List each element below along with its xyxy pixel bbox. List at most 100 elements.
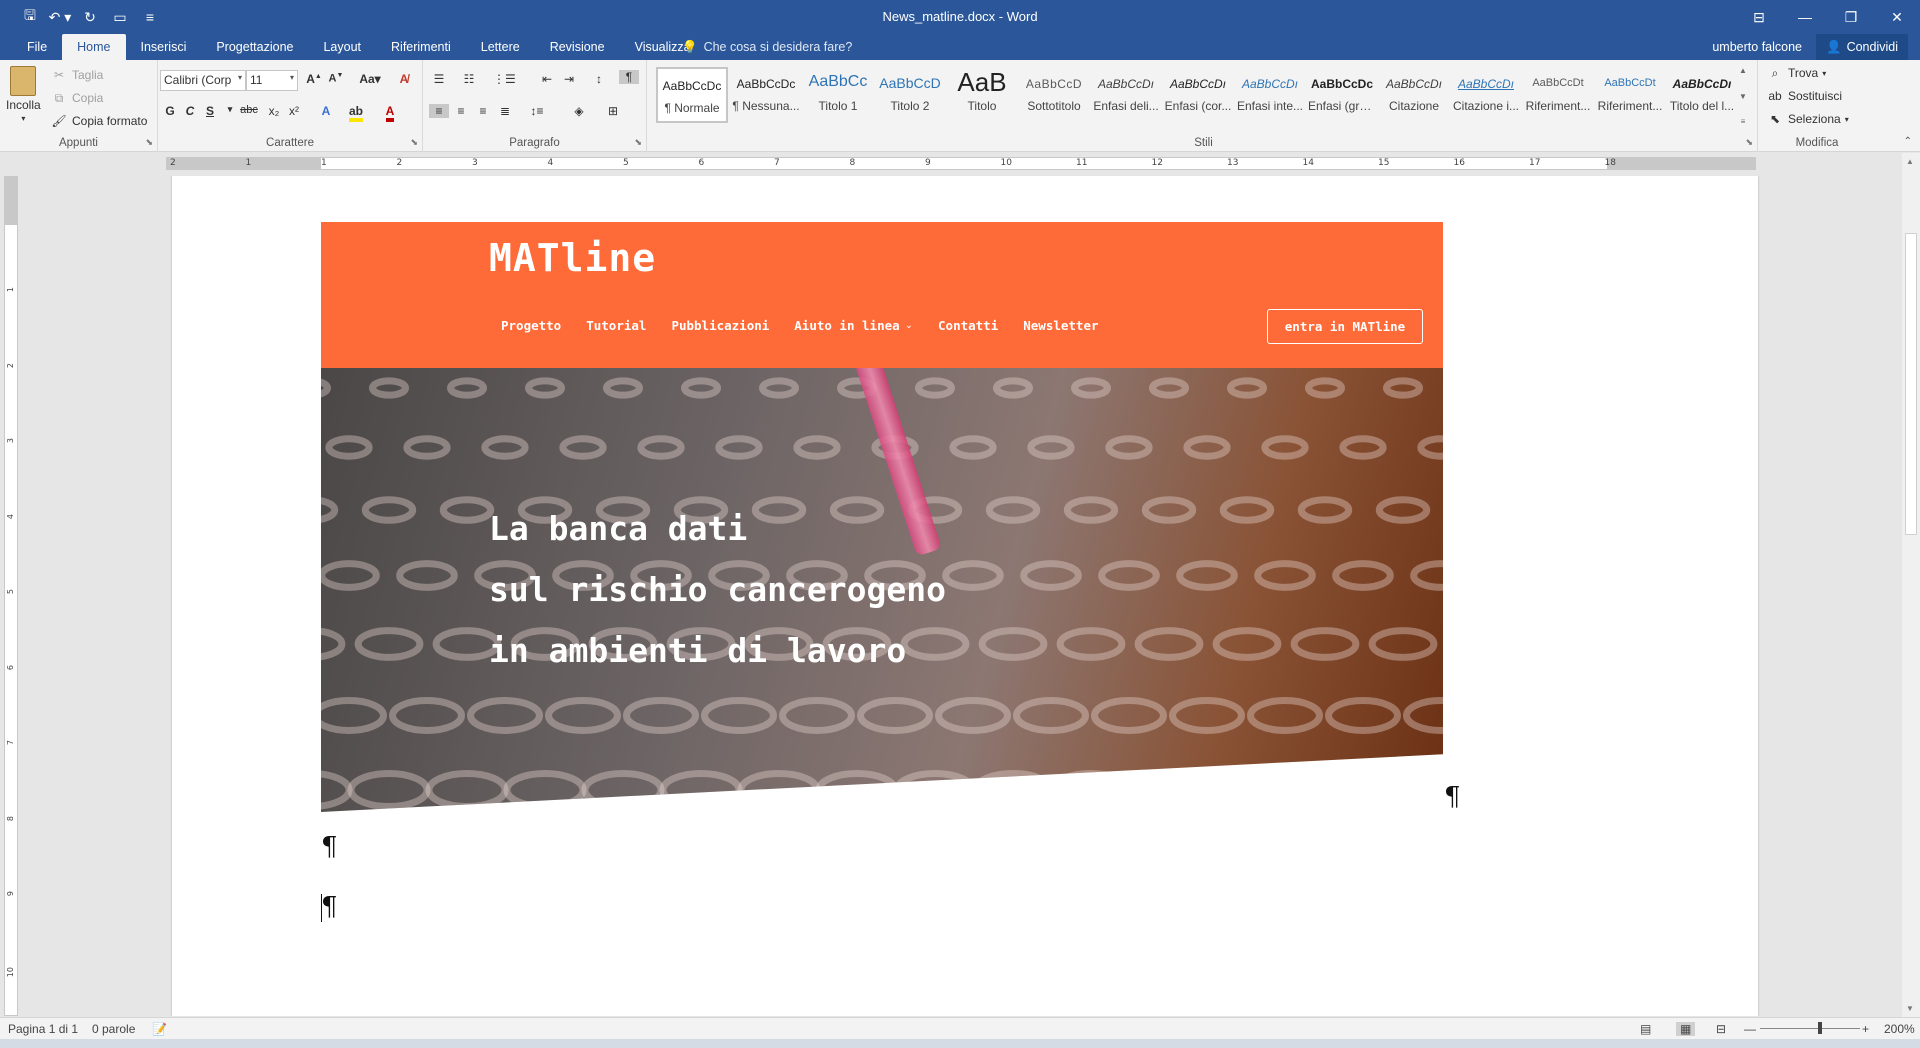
zoom-in-icon[interactable]: +	[1862, 1022, 1869, 1036]
show-formatting-marks-icon[interactable]: ¶	[619, 70, 639, 84]
paste-button[interactable]: Incolla ▾	[6, 66, 41, 123]
style-emphasis[interactable]: AaBbCcDı Enfasi (cor...	[1162, 67, 1234, 123]
align-right-icon[interactable]: ≡	[473, 104, 493, 118]
bullets-icon[interactable]: ☰	[429, 72, 449, 86]
tab-layout[interactable]: Layout	[308, 34, 376, 60]
grow-font-icon[interactable]: A▲	[304, 72, 324, 86]
subscript-button[interactable]: x₂	[264, 104, 284, 118]
nav-progetto[interactable]: Progetto	[501, 318, 561, 333]
style-subtle-reference[interactable]: AaBbCcDt Riferiment...	[1522, 67, 1594, 123]
clear-formatting-icon[interactable]: A̸	[394, 72, 414, 86]
print-layout-icon[interactable]: ▦	[1676, 1022, 1696, 1036]
tab-review[interactable]: Revisione	[535, 34, 620, 60]
justify-icon[interactable]: ≣	[495, 104, 515, 118]
collapse-ribbon-icon[interactable]: ⌃	[1904, 136, 1912, 147]
vertical-scrollbar[interactable]: ▲ ▼	[1902, 153, 1920, 1017]
decrease-indent-icon[interactable]: ⇤	[537, 72, 557, 86]
redo-icon[interactable]: ↻	[78, 6, 102, 28]
proofing-icon[interactable]: 📝	[152, 1022, 167, 1036]
page-count[interactable]: Pagina 1 di 1	[8, 1022, 78, 1036]
style-strong[interactable]: AaBbCcDc Enfasi (gra...	[1306, 67, 1378, 123]
matline-banner-image[interactable]: MATline Progetto Tutorial Pubblicazioni …	[321, 222, 1443, 812]
font-color-icon[interactable]: A	[380, 104, 400, 122]
style-title[interactable]: AaB Titolo	[946, 67, 1018, 123]
customize-qat-icon[interactable]: ≡	[138, 6, 162, 28]
open-folder-icon[interactable]: ▭	[108, 6, 132, 28]
dialog-launcher-icon[interactable]: ⬊	[145, 137, 153, 148]
save-icon[interactable]: 🖫	[18, 6, 42, 28]
close-button[interactable]: ✕	[1874, 0, 1920, 34]
style-heading-2[interactable]: AaBbCcD Titolo 2	[874, 67, 946, 123]
bold-button[interactable]: G	[160, 104, 180, 118]
style-no-spacing[interactable]: AaBbCcDc ¶ Nessuna...	[730, 67, 802, 123]
tab-file[interactable]: File	[12, 34, 62, 60]
cut-button[interactable]: ✂ Taglia	[50, 66, 103, 84]
tab-mailings[interactable]: Lettere	[466, 34, 535, 60]
style-intense-emphasis[interactable]: AaBbCcDı Enfasi inte...	[1234, 67, 1306, 123]
user-name[interactable]: umberto falcone	[1712, 40, 1802, 54]
restore-button[interactable]: ❐	[1828, 0, 1874, 34]
sort-icon[interactable]: ↕	[589, 72, 609, 86]
ribbon-display-options-icon[interactable]: ⊟	[1736, 0, 1782, 34]
style-heading-1[interactable]: AaBbCc Titolo 1	[802, 67, 874, 123]
style-quote[interactable]: AaBbCcDı Citazione	[1378, 67, 1450, 123]
dialog-launcher-icon[interactable]: ⬊	[410, 137, 418, 148]
document-area[interactable]: MATline Progetto Tutorial Pubblicazioni …	[22, 176, 1898, 1016]
tell-me-search[interactable]: 💡 Che cosa si desidera fare?	[682, 34, 852, 60]
share-button[interactable]: 👤 Condividi	[1816, 34, 1908, 60]
strikethrough-button[interactable]: abc	[236, 104, 262, 116]
zoom-slider-thumb[interactable]	[1818, 1022, 1822, 1034]
text-effects-icon[interactable]: A	[316, 104, 336, 118]
nav-newsletter[interactable]: Newsletter	[1023, 318, 1098, 333]
scroll-down-icon[interactable]: ▼	[1906, 1004, 1914, 1013]
horizontal-ruler[interactable]: 2 1 1 2 3 4 5 6 7 8 9 10 11 12 13 14 15 16 17 18	[0, 153, 1920, 175]
nav-aiuto-group[interactable]: Aiuto in linea ⌄	[794, 318, 913, 333]
zoom-out-icon[interactable]: —	[1744, 1022, 1756, 1036]
scrollbar-thumb[interactable]	[1905, 233, 1917, 535]
italic-button[interactable]: C	[180, 104, 200, 118]
nav-aiuto-in-linea[interactable]: Aiuto in linea	[794, 318, 899, 333]
scroll-up-icon[interactable]: ▲	[1739, 66, 1747, 75]
shrink-font-icon[interactable]: A▼	[326, 72, 346, 85]
scroll-down-icon[interactable]: ▼	[1739, 92, 1747, 101]
line-spacing-icon[interactable]: ↕≡	[527, 104, 547, 118]
zoom-level[interactable]: 200%	[1884, 1022, 1915, 1036]
undo-icon[interactable]: ↶ ▾	[48, 6, 72, 28]
document-page[interactable]: MATline Progetto Tutorial Pubblicazioni …	[172, 176, 1758, 1016]
dialog-launcher-icon[interactable]: ⬊	[1745, 137, 1753, 148]
increase-indent-icon[interactable]: ⇥	[559, 72, 579, 86]
zoom-slider[interactable]	[1760, 1028, 1860, 1029]
find-button[interactable]: ⌕ Trova ▾	[1766, 64, 1827, 82]
align-left-icon[interactable]: ≡	[429, 104, 449, 118]
superscript-button[interactable]: x²	[284, 104, 304, 118]
style-subtle-emphasis[interactable]: AaBbCcDı Enfasi deli...	[1090, 67, 1162, 123]
multilevel-list-icon[interactable]: ⋮☰	[493, 72, 516, 86]
style-normal[interactable]: AaBbCcDc ¶ Normale	[656, 67, 728, 123]
font-name-combo[interactable]: Calibri (Corp ▾	[160, 70, 246, 91]
nav-contatti[interactable]: Contatti	[938, 318, 998, 333]
style-book-title[interactable]: AaBbCcDı Titolo del l...	[1666, 67, 1738, 123]
tab-references[interactable]: Riferimenti	[376, 34, 466, 60]
scroll-up-icon[interactable]: ▲	[1906, 157, 1914, 166]
copy-button[interactable]: ⧉ Copia	[50, 89, 104, 107]
dialog-launcher-icon[interactable]: ⬊	[634, 137, 642, 148]
style-intense-reference[interactable]: AaBbCcDt Riferiment...	[1594, 67, 1666, 123]
style-intense-quote[interactable]: AaBbCcDı Citazione i...	[1450, 67, 1522, 123]
font-size-combo[interactable]: 11 ▾	[246, 70, 298, 91]
read-mode-icon[interactable]: ▤	[1640, 1022, 1651, 1036]
web-layout-icon[interactable]: ⊟	[1716, 1022, 1726, 1036]
borders-icon[interactable]: ⊞	[603, 104, 623, 118]
highlight-icon[interactable]: ab	[346, 104, 366, 122]
tab-insert[interactable]: Inserisci	[126, 34, 202, 60]
underline-button[interactable]: S	[200, 104, 220, 118]
login-button[interactable]: entra in MATline	[1267, 309, 1423, 344]
format-painter-button[interactable]: 🖌 Copia formato	[50, 112, 147, 130]
change-case-button[interactable]: Aa▾	[354, 72, 386, 86]
nav-pubblicazioni[interactable]: Pubblicazioni	[671, 318, 769, 333]
more-styles-icon[interactable]: ≡	[1741, 117, 1746, 126]
align-center-icon[interactable]: ≡	[451, 104, 471, 118]
tab-design[interactable]: Progettazione	[201, 34, 308, 60]
vertical-ruler[interactable]: 1 2 3 4 5 6 7 8 9 10	[4, 176, 18, 1016]
tab-home[interactable]: Home	[62, 34, 126, 60]
numbering-icon[interactable]: ☷	[459, 72, 479, 86]
